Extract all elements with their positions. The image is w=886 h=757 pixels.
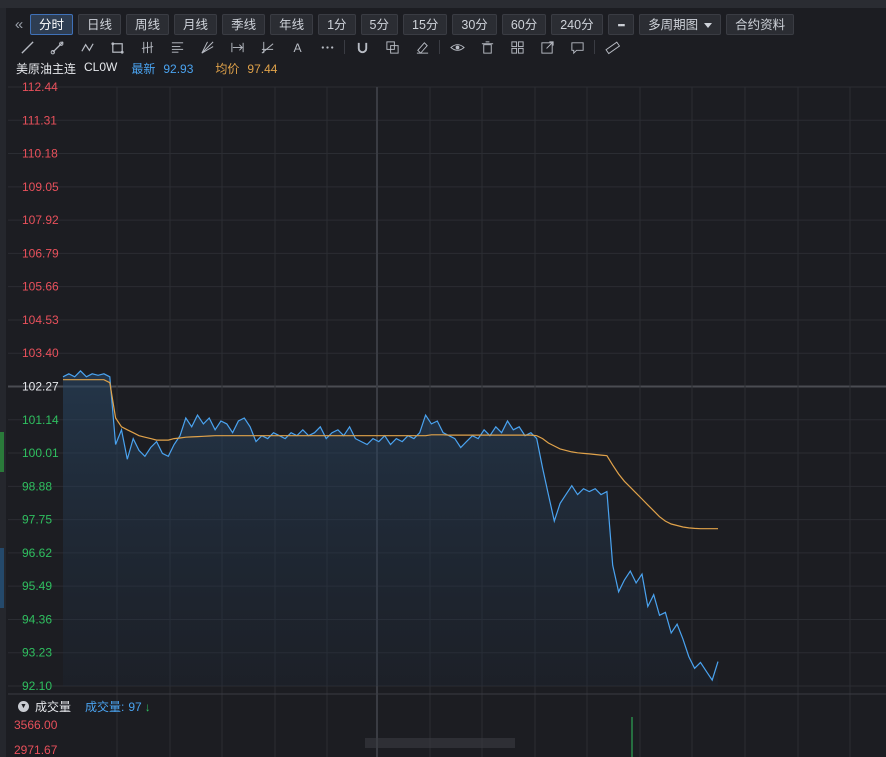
price-chart[interactable]: 112.44 111.31 110.18 109.05 107.92 106.79 105.… [0, 0, 886, 757]
price-area [63, 370, 718, 686]
y-tick-label: 107.92 [22, 213, 59, 227]
y-tick-label: 100.01 [22, 446, 59, 460]
y-tick-label: 111.31 [22, 113, 57, 127]
volume-value-label: 成交量: [85, 700, 125, 714]
y-tick-label: 95.49 [22, 579, 52, 593]
volume-title: 成交量 [35, 700, 72, 714]
collapse-toggle-icon[interactable]: ▼ [18, 701, 29, 712]
y-tick-label: 109.05 [22, 180, 59, 194]
y-tick-label: 106.79 [22, 246, 59, 260]
y-tick-label: 103.40 [22, 346, 59, 360]
down-arrow-icon: ↓ [144, 699, 151, 714]
volume-tick-2: 2971.67 [14, 743, 58, 757]
y-tick-label: 104.53 [22, 313, 59, 327]
y-tick-label: 96.62 [22, 546, 52, 560]
volume-tick-top: 3566.00 [14, 718, 58, 732]
y-tick-label: 98.88 [22, 479, 52, 493]
y-tick-label: 94.36 [22, 612, 52, 626]
y-tick-label: 92.10 [22, 679, 52, 693]
y-tick-label: 97.75 [22, 513, 52, 527]
volume-bars [365, 738, 515, 748]
y-tick-label: 110.18 [22, 147, 58, 161]
y-tick-label: 102.27 [22, 380, 59, 394]
y-tick-label: 112.44 [22, 80, 58, 94]
y-tick-label: 101.14 [22, 413, 59, 427]
volume-header: ▼ 成交量 成交量: 97 ↓ [18, 698, 151, 715]
y-tick-label: 93.23 [22, 646, 52, 660]
y-tick-label: 105.66 [22, 280, 59, 294]
volume-value: 97 [128, 699, 142, 714]
